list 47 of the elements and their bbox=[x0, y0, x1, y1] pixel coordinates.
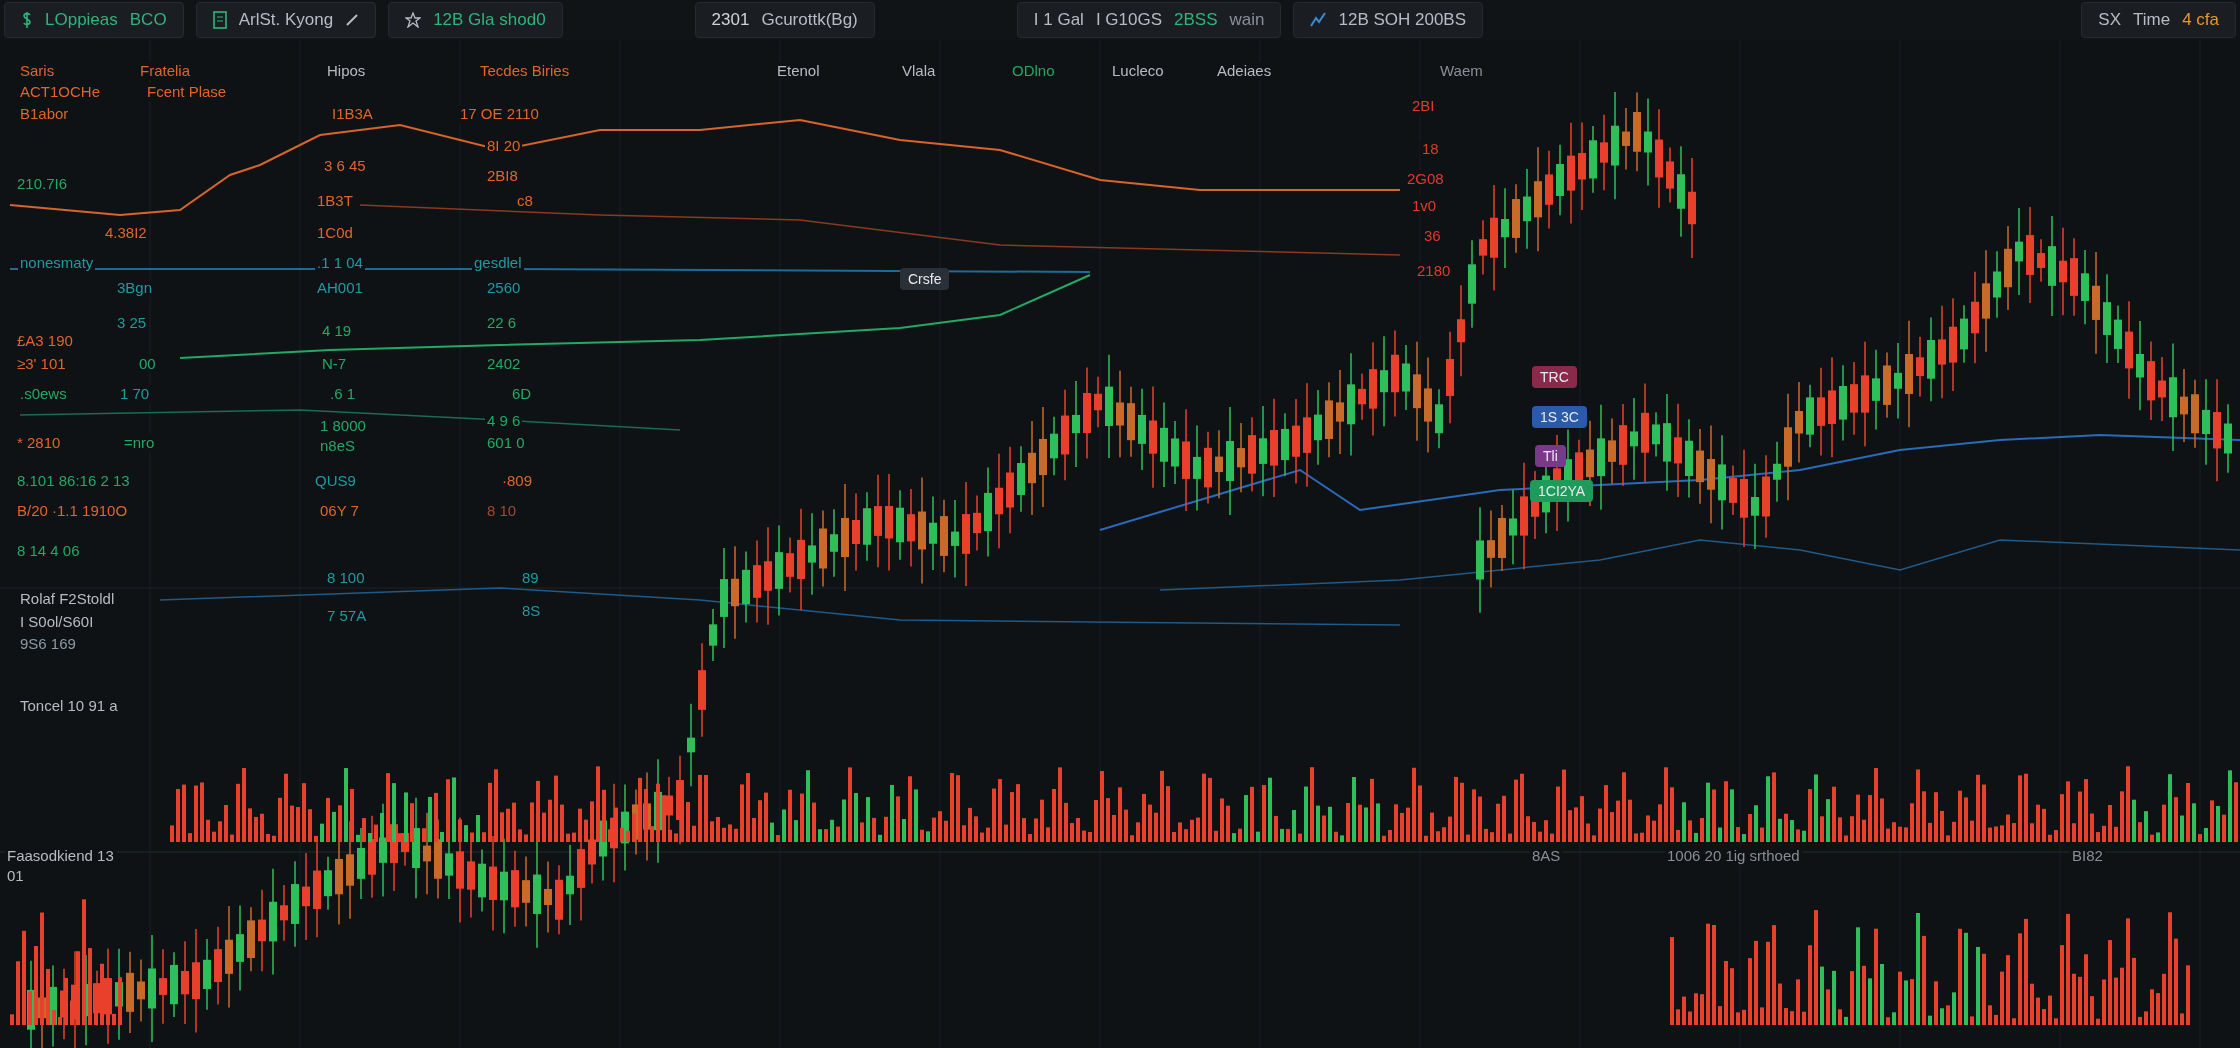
chart-label: 1v0 bbox=[1410, 197, 1439, 215]
price-tag: Tli bbox=[1535, 445, 1566, 467]
toolbar-text: ArlSt. Kyong bbox=[238, 9, 334, 32]
chart-label: Etenol bbox=[775, 62, 822, 80]
document-icon bbox=[212, 11, 227, 29]
pen-icon bbox=[345, 13, 360, 27]
chart-label: 1006 20 1ig srthoed bbox=[1665, 847, 1802, 865]
toolbar-text: I 1 Gal bbox=[1033, 9, 1084, 32]
chart-label: 2G08 bbox=[1405, 170, 1446, 188]
toolbar-text: Gcurottk(Bg) bbox=[761, 9, 858, 32]
toolbar-text: LOppieas bbox=[45, 9, 118, 32]
toolbar-text: BCO bbox=[129, 9, 167, 32]
chart-label: Adeiaes bbox=[1215, 62, 1274, 80]
chart-label: gesdlel bbox=[472, 254, 524, 272]
chart-label: Hipos bbox=[325, 62, 368, 80]
price-tag: 1CI2YA bbox=[1530, 480, 1594, 502]
chart-label: Fratelia bbox=[138, 62, 193, 80]
chart-label: 1 70 bbox=[118, 385, 152, 403]
toolbar-text: 12B Gla shod0 bbox=[433, 9, 546, 32]
toolbar-segment[interactable]: ArlSt. Kyong bbox=[195, 2, 377, 38]
price-tag: TRC bbox=[1532, 366, 1577, 388]
chart-label: 17 OE 2110 bbox=[458, 105, 541, 123]
chart-label: 18 bbox=[1420, 140, 1441, 158]
toolbar-text: 12B SOH 200BS bbox=[1338, 9, 1467, 32]
toolbar-text: Time bbox=[2133, 9, 2171, 32]
toolbar-segment[interactable]: 12B Gla shod0 bbox=[388, 2, 563, 38]
toolbar-text: 2301 bbox=[711, 9, 750, 32]
toolbar-segment[interactable]: 12B SOH 200BS bbox=[1293, 2, 1484, 38]
chart-label: Fcent Plase bbox=[145, 83, 229, 101]
price-tag: 1S 3C bbox=[1532, 406, 1587, 428]
chart-label: =nro bbox=[122, 434, 157, 452]
toolbar-text: 2BSS bbox=[1174, 9, 1218, 32]
toolbar-text: wain bbox=[1229, 9, 1265, 32]
toolbar-segment[interactable]: I 1 Gal I G10GS 2BSS wain bbox=[1016, 2, 1282, 38]
toolbar-text: SX bbox=[2098, 9, 2121, 32]
toolbar-segment[interactable]: 2301 Gcurottk(Bg) bbox=[694, 2, 875, 38]
chart-label: 00 bbox=[137, 355, 158, 373]
chart-line-icon bbox=[1310, 12, 1327, 28]
price-tag: Crsfe bbox=[900, 268, 950, 290]
star-icon bbox=[405, 12, 422, 28]
dollar-icon bbox=[21, 11, 33, 29]
toolbar-segment[interactable]: LOppieas BCO bbox=[4, 2, 184, 38]
toolbar-text: 4 cfa bbox=[2182, 9, 2219, 32]
chart-label: 3Bgn bbox=[115, 279, 155, 297]
toolbar-text: I G10GS bbox=[1095, 9, 1162, 32]
toolbar-segment[interactable]: SX Time 4 cfa bbox=[2081, 2, 2236, 38]
chart-label: 2180 bbox=[1415, 262, 1453, 280]
